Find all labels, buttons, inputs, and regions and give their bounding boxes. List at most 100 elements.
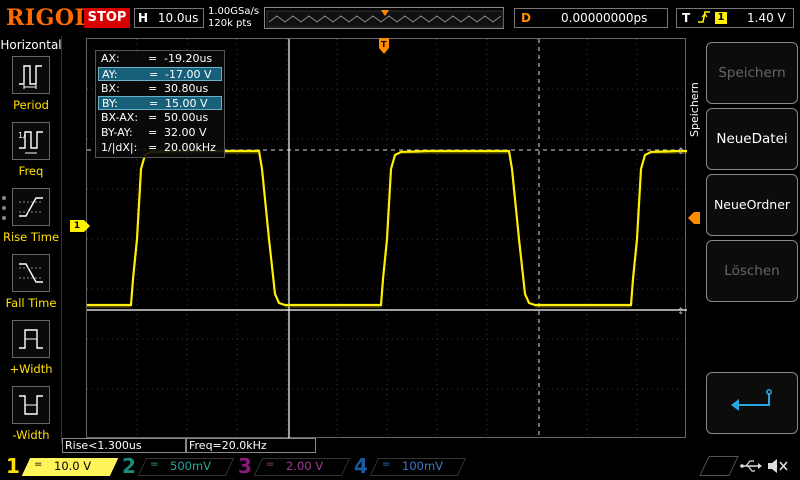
trigger-level-marker-icon[interactable] <box>688 212 700 224</box>
trigger-key: T <box>682 11 691 25</box>
rising-edge-icon <box>697 9 711 30</box>
rigol-logo: RIGOL <box>6 5 91 31</box>
cursor-value: -19.20us <box>164 52 213 65</box>
cursor-value: 15.00 V <box>165 97 208 110</box>
rise-time-label: Rise Time <box>2 230 60 244</box>
cursor-label: BX: <box>101 82 120 95</box>
positive-width-label: +Width <box>9 362 53 376</box>
svg-text:1/: 1/ <box>18 131 26 140</box>
measure-frequency[interactable]: 1/ Freq <box>0 122 62 184</box>
cursor-row-by-ay: BY-AY: = 32.00 V <box>98 126 222 140</box>
positive-width-icon <box>12 320 50 358</box>
run-stop-status[interactable]: STOP <box>84 8 130 28</box>
cursor-b-end-icon: ↕ <box>677 147 685 157</box>
svg-text:T: T <box>381 40 387 49</box>
channel-4-tab[interactable]: 4 = 100mV <box>350 454 467 478</box>
measure-fall-time[interactable]: Fall Time <box>0 254 62 316</box>
new-folder-button[interactable]: NeueOrdner <box>706 174 798 236</box>
measure-negative-width[interactable]: -Width <box>0 386 62 448</box>
cursor-value: 32.00 V <box>164 126 207 139</box>
save-button[interactable]: Speichern <box>706 42 798 104</box>
math-channel-tab[interactable] <box>699 456 739 476</box>
cursor-equals: = <box>149 68 159 81</box>
frequency-icon: 1/ <box>12 122 50 160</box>
cursor-value: 50.00us <box>164 111 209 124</box>
cursor-value: 30.80us <box>164 82 209 95</box>
trigger-level: 1.40 V <box>747 11 786 25</box>
measure-positive-width[interactable]: +Width <box>0 320 62 382</box>
trigger-position-marker-icon[interactable]: T <box>379 38 389 56</box>
rise-time-icon <box>12 188 50 226</box>
cursor-equals: = <box>148 126 158 139</box>
top-status-bar: RIGOL STOP H 10.0us 1.00GSa/s 120k pts D… <box>0 0 800 36</box>
channel-1-tab[interactable]: 1 = 10.0 V <box>2 454 119 478</box>
period-icon <box>12 56 50 94</box>
negative-width-icon <box>12 386 50 424</box>
dc-coupling-icon: = <box>34 459 43 470</box>
cursor-row-bx: BX: = 30.80us <box>98 82 222 96</box>
cursor-label: AY: <box>102 68 118 81</box>
cursor-equals: = <box>148 52 158 65</box>
channel-3-tab[interactable]: 3 = 2.00 V <box>234 454 351 478</box>
cursor-row-ay: AY: = -17.00 V <box>98 67 222 81</box>
cursor-equals: = <box>148 141 158 154</box>
cursor-label: BY-AY: <box>101 126 133 139</box>
channel-3-number: 3 <box>238 454 252 478</box>
memory-waveform-preview <box>266 10 504 28</box>
channel-1-number: 1 <box>6 454 20 478</box>
cursor-equals: = <box>148 82 158 95</box>
usb-icon <box>740 460 762 472</box>
dc-coupling-icon: = <box>382 459 391 470</box>
trigger-settings[interactable]: T 1 1.40 V <box>676 8 794 28</box>
rise-time-measurement[interactable]: Rise<1.300us <box>62 438 186 453</box>
cursor-label: BY: <box>102 97 118 110</box>
channel-4-number: 4 <box>354 454 368 478</box>
memory-depth: 120k pts <box>208 18 252 29</box>
channel-2-number: 2 <box>122 454 136 478</box>
measure-rise-time[interactable]: Rise Time <box>0 188 62 250</box>
horizontal-timebase[interactable]: H 10.0us <box>134 8 204 28</box>
cursor-label: AX: <box>101 52 120 65</box>
channel-2-tab[interactable]: 2 = 500mV <box>118 454 235 478</box>
return-arrow-icon <box>731 389 772 411</box>
save-menu-title: Speichern <box>688 82 701 138</box>
delete-button[interactable]: Löschen <box>706 240 798 302</box>
cursor-readout-panel: AX: = -19.20us AY: = -17.00 V BX: = 30.8… <box>95 50 225 158</box>
horizontal-key: H <box>138 11 149 25</box>
measure-menu-title: Horizontal <box>0 38 62 52</box>
fall-time-icon <box>12 254 50 292</box>
timebase-value: 10.0us <box>157 11 199 25</box>
cursor-label: BX-AX: <box>101 111 139 124</box>
back-button[interactable] <box>706 372 798 434</box>
frequency-label: Freq <box>18 164 44 178</box>
measurement-bar: Rise<1.300us Freq=20.0kHz <box>62 438 702 454</box>
channel-1-scale: 10.0 V <box>54 459 92 473</box>
horizontal-delay[interactable]: D 0.00000000ps <box>514 8 668 28</box>
delay-value: 0.00000000ps <box>561 11 648 25</box>
new-file-button[interactable]: NeueDatei <box>706 108 798 170</box>
channel-3-scale: 2.00 V <box>286 459 324 473</box>
cursor-equals: = <box>148 111 158 124</box>
cursor-row-inverse-dx: 1/|dX|: = 20.00kHz <box>98 141 222 155</box>
dc-coupling-icon: = <box>150 459 159 470</box>
frequency-measurement[interactable]: Freq=20.0kHz <box>186 438 316 453</box>
memory-overview <box>264 7 504 29</box>
cursor-a-end-icon: ↕ <box>677 307 685 317</box>
cursor-equals: = <box>149 97 159 110</box>
channel-2-scale: 500mV <box>170 459 212 473</box>
negative-width-label: -Width <box>12 428 50 442</box>
fall-time-label: Fall Time <box>5 296 57 310</box>
measure-period[interactable]: Period <box>0 56 62 118</box>
channel-1-offset-marker[interactable]: 1 <box>70 220 90 232</box>
cursor-value: -17.00 V <box>165 68 212 81</box>
channel-4-scale: 100mV <box>402 459 444 473</box>
dc-coupling-icon: = <box>266 459 275 470</box>
speaker-muted-icon[interactable] <box>766 458 788 474</box>
cursor-row-by: BY: = 15.00 V <box>98 96 222 110</box>
cursor-row-bx-ax: BX-AX: = 50.00us <box>98 111 222 125</box>
sample-rate: 1.00GSa/s <box>208 6 260 17</box>
period-label: Period <box>13 98 49 112</box>
cursor-row-ax: AX: = -19.20us <box>98 52 222 66</box>
measure-menu: Horizontal Period 1/ Freq Rise Time Fall… <box>0 36 62 444</box>
channel-status-bar: 1 = 10.0 V 2 = 500mV 3 = 2.00 V 4 = 100m… <box>0 454 800 480</box>
